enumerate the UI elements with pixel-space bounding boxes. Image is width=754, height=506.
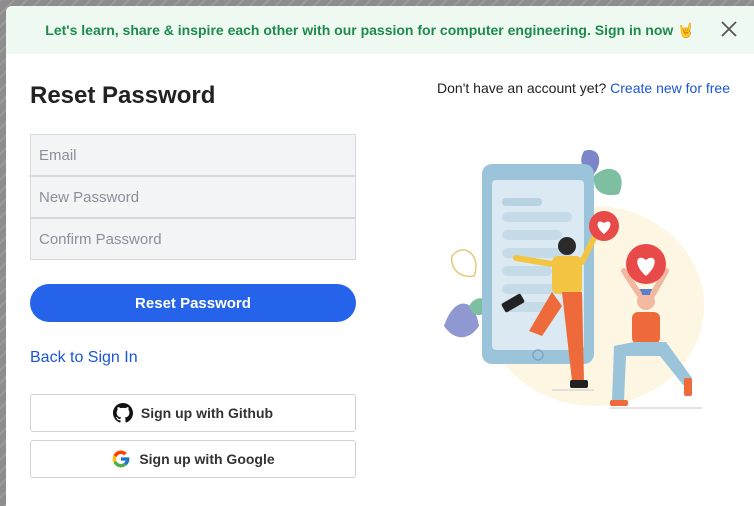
signup-prompt-text: Don't have an account yet? (437, 80, 607, 96)
email-field[interactable] (30, 134, 356, 176)
google-signup-label: Sign up with Google (139, 451, 275, 467)
page-title: Reset Password (30, 82, 216, 109)
close-button[interactable] (718, 18, 740, 40)
confirm-password-field[interactable] (30, 218, 356, 260)
github-icon (112, 403, 133, 423)
reset-password-modal: Let's learn, share & inspire each other … (6, 6, 754, 506)
promo-banner: Let's learn, share & inspire each other … (6, 6, 754, 54)
rock-hand-icon: 🤘 (677, 21, 695, 38)
new-password-field[interactable] (30, 176, 356, 218)
google-signup-button[interactable]: Sign up with Google (30, 440, 356, 478)
social-love-illustration (444, 150, 704, 409)
google-icon (112, 450, 130, 468)
create-account-link[interactable]: Create new for free (610, 80, 730, 96)
banner-text[interactable]: Let's learn, share & inspire each other … (45, 22, 673, 38)
github-signup-label: Sign up with Github (140, 405, 274, 421)
close-icon (721, 21, 737, 37)
back-to-sign-in-link[interactable]: Back to Sign In (30, 349, 138, 367)
signup-prompt: Don't have an account yet? Create new fo… (437, 80, 730, 96)
github-signup-button[interactable]: Sign up with Github (30, 394, 356, 432)
reset-password-button[interactable]: Reset Password (30, 284, 356, 322)
